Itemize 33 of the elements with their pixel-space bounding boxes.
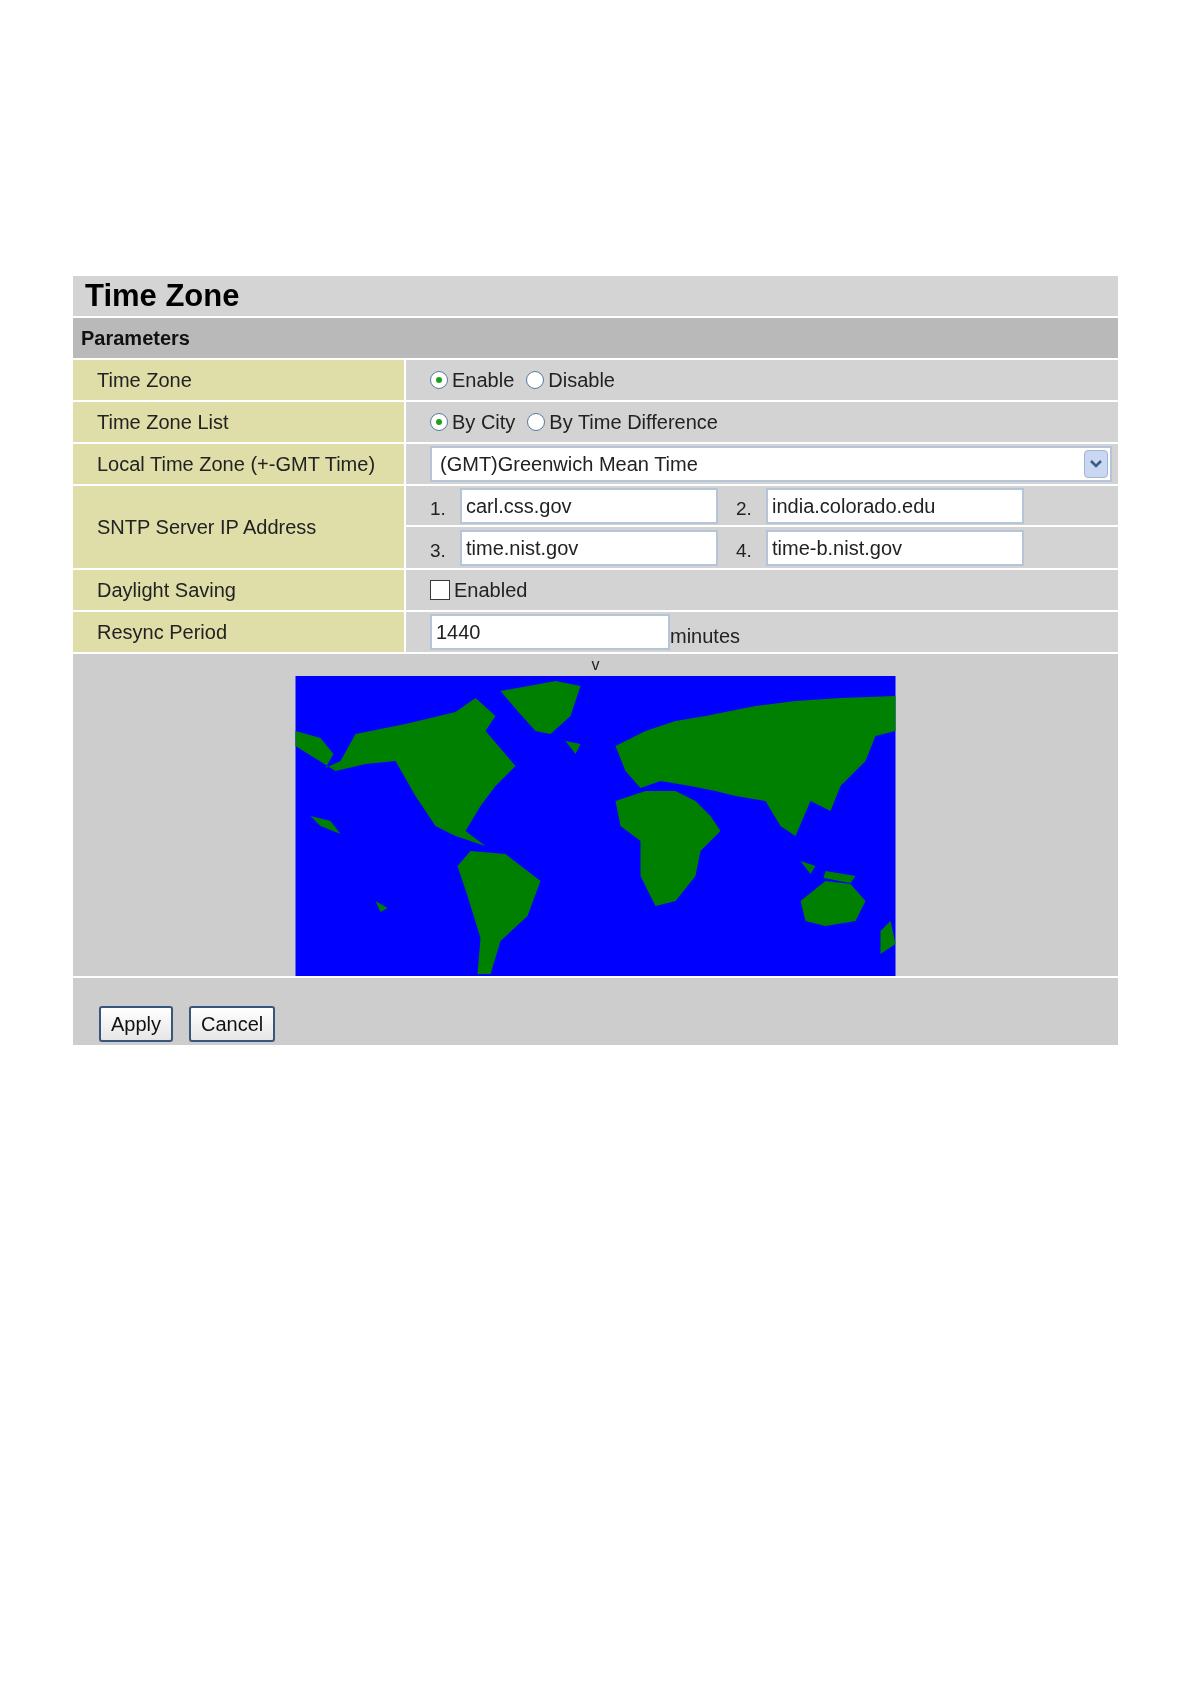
dropdown[interactable]: (GMT)Greenwich Mean Time (430, 446, 1112, 482)
input-field[interactable]: carl.css.gov (460, 487, 718, 524)
radio-label: Disable (548, 368, 615, 393)
checkbox-label: Enabled (454, 578, 528, 603)
server-number: 1. (430, 497, 447, 522)
server-number: 4. (736, 539, 753, 564)
chevron-down-icon (1089, 459, 1103, 469)
input-field[interactable]: time.nist.gov (460, 529, 718, 566)
field-label: Daylight Saving (97, 578, 236, 603)
input-field[interactable]: india.colorado.edu (766, 487, 1024, 524)
form-button[interactable]: Apply (99, 1006, 174, 1042)
radio-label: Enable (452, 368, 515, 393)
unit-label: minutes (670, 624, 741, 649)
radio-button[interactable] (527, 413, 546, 431)
form-button[interactable]: Cancel (189, 1006, 276, 1042)
input-field[interactable]: time-b.nist.gov (766, 529, 1024, 566)
field-label: Resync Period (97, 620, 228, 645)
field-label: Local Time Zone (+-GMT Time) (97, 452, 376, 477)
field-label: Time Zone (97, 368, 192, 393)
page-title: Time Zone (85, 276, 240, 315)
map-marker: v (591, 655, 600, 675)
server-number: 2. (736, 497, 753, 522)
radio-label: By Time Difference (549, 410, 718, 435)
checkbox[interactable] (430, 580, 450, 600)
radio-button[interactable] (526, 371, 545, 389)
input-field[interactable]: 1440 (430, 614, 670, 650)
field-label: SNTP Server IP Address (97, 515, 317, 540)
radio-button[interactable] (430, 371, 448, 389)
server-number: 3. (430, 539, 447, 564)
section-heading: Parameters (81, 326, 190, 351)
field-label: Time Zone List (97, 410, 229, 435)
radio-button[interactable] (430, 413, 448, 431)
radio-label: By City (452, 410, 516, 435)
